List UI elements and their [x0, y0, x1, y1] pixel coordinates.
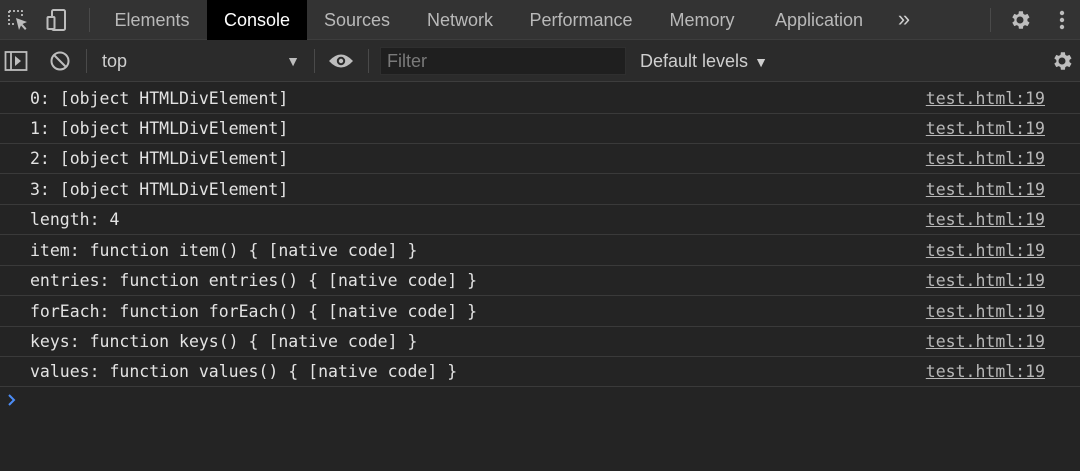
- console-message-source-link[interactable]: test.html:19: [926, 266, 1045, 296]
- console-message-text[interactable]: length: 4: [30, 205, 119, 235]
- devtools-window: Elements Console Sources Network Perform…: [0, 0, 1080, 471]
- console-message-source-link[interactable]: test.html:19: [926, 297, 1045, 327]
- tab-application[interactable]: Application: [758, 0, 880, 40]
- console-message-source-link[interactable]: test.html:19: [926, 114, 1045, 144]
- console-message-row: values: function values() { [native code…: [0, 357, 1080, 387]
- console-message-row: 3: [object HTMLDivElement] test.html:19: [0, 175, 1080, 205]
- console-message-row: 2: [object HTMLDivElement] test.html:19: [0, 144, 1080, 174]
- kebab-menu-icon[interactable]: [1048, 6, 1076, 34]
- console-message-text[interactable]: 2: [object HTMLDivElement]: [30, 144, 288, 174]
- devtools-tab-bar: Elements Console Sources Network Perform…: [0, 0, 1080, 40]
- device-toolbar-icon[interactable]: [44, 6, 72, 34]
- caret-down-icon: ▼: [754, 54, 768, 70]
- console-toolbar: top ▼ Default levels ▼: [0, 40, 1080, 82]
- filter-field: [380, 47, 626, 75]
- console-message-source-link[interactable]: test.html:19: [926, 144, 1045, 174]
- console-message-text[interactable]: 3: [object HTMLDivElement]: [30, 175, 288, 205]
- show-sidebar-icon[interactable]: [2, 47, 30, 75]
- chevron-down-icon: ▼: [286, 53, 300, 69]
- toolbar-divider: [86, 49, 87, 73]
- tab-memory[interactable]: Memory: [654, 0, 750, 40]
- inspect-element-icon[interactable]: [4, 6, 32, 34]
- console-message-row: 0: [object HTMLDivElement] test.html:19: [0, 84, 1080, 114]
- more-tabs-button[interactable]: »: [893, 0, 915, 40]
- filter-input[interactable]: [381, 48, 625, 74]
- tab-network[interactable]: Network: [410, 0, 510, 40]
- console-message-row: 1: [object HTMLDivElement] test.html:19: [0, 114, 1080, 144]
- console-settings-icon[interactable]: [1048, 47, 1076, 75]
- log-levels-label: Default levels: [640, 51, 749, 71]
- clear-console-icon[interactable]: [46, 47, 74, 75]
- context-selector[interactable]: top ▼: [92, 46, 306, 76]
- console-message-text[interactable]: 1: [object HTMLDivElement]: [30, 114, 288, 144]
- tab-sources[interactable]: Sources: [312, 0, 402, 40]
- console-message-source-link[interactable]: test.html:19: [926, 205, 1045, 235]
- toolbar-divider: [314, 49, 315, 73]
- log-levels-dropdown[interactable]: Default levels ▼: [640, 46, 768, 76]
- console-message-row: entries: function entries() { [native co…: [0, 266, 1080, 296]
- console-message-source-link[interactable]: test.html:19: [926, 84, 1045, 114]
- console-message-row: forEach: function forEach() { [native co…: [0, 297, 1080, 327]
- gear-icon[interactable]: [1006, 6, 1034, 34]
- console-message-source-link[interactable]: test.html:19: [926, 236, 1045, 266]
- console-message-source-link[interactable]: test.html:19: [926, 327, 1045, 357]
- console-message-source-link[interactable]: test.html:19: [926, 175, 1045, 205]
- console-message-text[interactable]: item: function item() { [native code] }: [30, 236, 417, 266]
- context-selector-value: top: [102, 50, 128, 71]
- tab-bar-divider-right: [990, 8, 991, 32]
- toolbar-divider: [368, 49, 369, 73]
- console-message-row: length: 4 test.html:19: [0, 205, 1080, 235]
- console-message-source-link[interactable]: test.html:19: [926, 357, 1045, 387]
- live-expression-icon[interactable]: [327, 47, 355, 75]
- console-message-row: keys: function keys() { [native code] } …: [0, 327, 1080, 357]
- console-message-text[interactable]: keys: function keys() { [native code] }: [30, 327, 417, 357]
- console-message-text[interactable]: 0: [object HTMLDivElement]: [30, 84, 288, 114]
- console-message-text[interactable]: values: function values() { [native code…: [30, 357, 457, 387]
- tab-bar-divider: [89, 8, 90, 32]
- tab-performance[interactable]: Performance: [516, 0, 646, 40]
- tab-elements[interactable]: Elements: [102, 0, 202, 40]
- console-log: 0: [object HTMLDivElement] test.html:19 …: [0, 83, 1080, 471]
- prompt-chevron-icon[interactable]: [5, 390, 19, 410]
- console-message-text[interactable]: entries: function entries() { [native co…: [30, 266, 477, 296]
- console-message-row: item: function item() { [native code] } …: [0, 236, 1080, 266]
- tab-console[interactable]: Console: [207, 0, 307, 40]
- console-message-text[interactable]: forEach: function forEach() { [native co…: [30, 297, 477, 327]
